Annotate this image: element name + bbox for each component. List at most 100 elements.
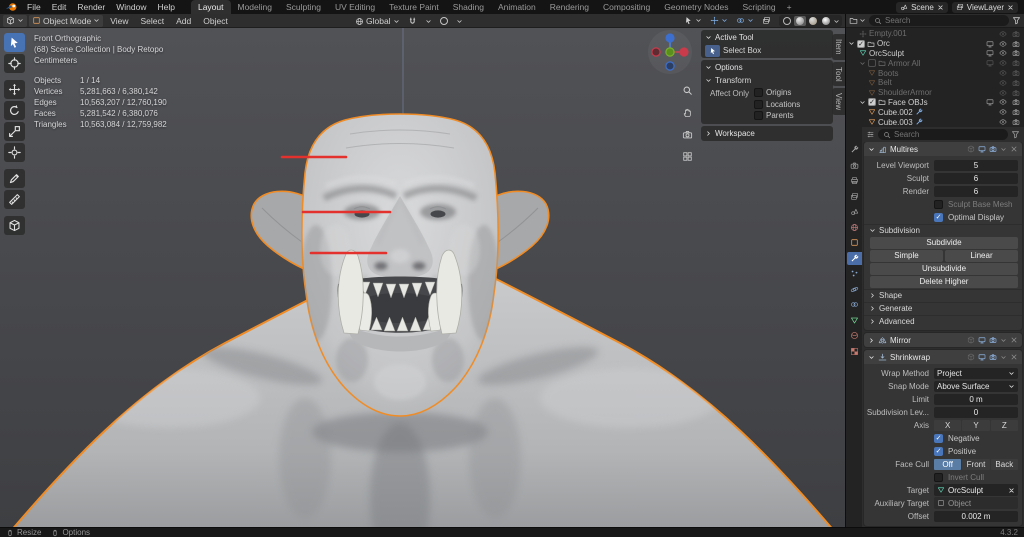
- tool-annotate[interactable]: [4, 169, 25, 188]
- hide-in-viewport-toggle[interactable]: [997, 118, 1008, 126]
- properties-editor-icon[interactable]: [866, 130, 875, 139]
- disable-in-renders-toggle[interactable]: [1010, 59, 1021, 67]
- axis-x-button[interactable]: X: [934, 419, 962, 431]
- render-level-field[interactable]: 6: [934, 185, 1018, 197]
- extras-menu-icon[interactable]: [1000, 354, 1007, 361]
- edit-mode-toggle[interactable]: [967, 145, 975, 153]
- object-mode-dropdown[interactable]: Object Mode: [29, 14, 104, 27]
- collection-checkbox[interactable]: ✓: [857, 39, 865, 48]
- tab-tool[interactable]: [847, 143, 862, 156]
- workspace-tab-shading[interactable]: Shading: [446, 0, 491, 14]
- outliner-row-empty001[interactable]: Empty.001: [846, 29, 1024, 39]
- expand-icon[interactable]: [868, 354, 875, 361]
- tool-cursor[interactable]: [4, 54, 25, 73]
- sculpt-base-mesh-checkbox[interactable]: [934, 199, 943, 209]
- realtime-toggle[interactable]: [978, 336, 986, 344]
- disable-in-renders-toggle[interactable]: [1010, 79, 1021, 87]
- auxiliary-target-field[interactable]: Object: [934, 497, 1018, 509]
- tab-object-data[interactable]: [847, 314, 862, 327]
- shading-solid-button[interactable]: [794, 15, 806, 26]
- outliner-item-label[interactable]: Cube.003: [878, 118, 913, 127]
- view-layer-selector[interactable]: ViewLayer: [951, 1, 1018, 13]
- disable-in-renders-toggle[interactable]: [1010, 118, 1021, 126]
- face-cull-off-button[interactable]: Off: [934, 458, 962, 470]
- outliner-item-label[interactable]: Boots: [878, 69, 898, 78]
- workspace-tab-geometry-nodes[interactable]: Geometry Nodes: [657, 0, 735, 14]
- tool-rotate[interactable]: [4, 101, 25, 120]
- hide-in-viewport-toggle[interactable]: [997, 59, 1008, 67]
- scene-selector[interactable]: Scene: [896, 1, 948, 13]
- collection-checkbox[interactable]: ✓: [868, 98, 876, 107]
- shape-section-header[interactable]: Shape: [864, 289, 1022, 301]
- disclosure-icon[interactable]: [859, 99, 866, 106]
- menu-file[interactable]: File: [22, 0, 46, 14]
- optimal-display-checkbox[interactable]: ✓: [934, 212, 943, 222]
- tool-transform[interactable]: [4, 143, 25, 162]
- active-tool-header[interactable]: Active Tool: [701, 31, 833, 44]
- render-toggle[interactable]: [989, 145, 997, 153]
- filter-icon[interactable]: [1012, 16, 1021, 25]
- expand-icon[interactable]: [868, 146, 875, 153]
- shading-rendered-button[interactable]: [820, 16, 832, 26]
- blender-logo[interactable]: [4, 1, 19, 13]
- extras-menu-icon[interactable]: [1000, 146, 1007, 153]
- outliner-search-input[interactable]: [885, 16, 1004, 25]
- extras-menu-icon[interactable]: [1000, 337, 1007, 344]
- hide-in-viewport-toggle[interactable]: [997, 98, 1008, 106]
- affect-origins-checkbox[interactable]: Origins: [754, 88, 829, 97]
- disable-in-renders-toggle[interactable]: [1010, 49, 1021, 57]
- generate-section-header[interactable]: Generate: [864, 302, 1022, 314]
- remove-modifier-button[interactable]: [1010, 353, 1018, 361]
- workspace-tab-compositing[interactable]: Compositing: [596, 0, 657, 14]
- collection-checkbox[interactable]: [868, 59, 876, 68]
- workspace-tab-sculpting[interactable]: Sculpting: [279, 0, 328, 14]
- properties-search-input[interactable]: [894, 130, 1003, 139]
- modifier-shrinkwrap-header[interactable]: Shrinkwrap: [864, 350, 1022, 364]
- disclosure-icon[interactable]: [848, 40, 855, 47]
- delete-higher-button[interactable]: Delete Higher: [870, 276, 1018, 288]
- subdivide-button[interactable]: Subdivide: [870, 237, 1018, 249]
- disable-in-viewport-toggle[interactable]: [984, 59, 995, 67]
- snap-toggle[interactable]: [405, 15, 420, 27]
- add-workspace-button[interactable]: +: [783, 0, 796, 14]
- outliner-row-armor-all[interactable]: Armor All: [846, 58, 1024, 68]
- tab-view-layer[interactable]: [847, 190, 862, 203]
- outliner-item-label[interactable]: ShoulderArmor: [878, 88, 932, 97]
- workspace-tab-uv-editing[interactable]: UV Editing: [328, 0, 382, 14]
- tab-particles[interactable]: [847, 267, 862, 280]
- workspace-tab-rendering[interactable]: Rendering: [543, 0, 596, 14]
- realtime-toggle[interactable]: [978, 353, 986, 361]
- shading-wireframe-button[interactable]: [781, 16, 793, 26]
- workspace-tab-animation[interactable]: Animation: [491, 0, 543, 14]
- render-toggle[interactable]: [989, 353, 997, 361]
- filter-icon[interactable]: [1011, 130, 1020, 139]
- sidebar-tab-tool[interactable]: Tool: [832, 61, 845, 87]
- hide-in-viewport-toggle[interactable]: [997, 49, 1008, 57]
- outliner-item-label[interactable]: Armor All: [888, 59, 920, 68]
- advanced-section-header[interactable]: Advanced: [864, 315, 1022, 327]
- target-object-field[interactable]: OrcSculpt: [934, 484, 1018, 496]
- workspace-tab-layout[interactable]: Layout: [190, 0, 231, 14]
- outliner-item-label[interactable]: Empty.001: [869, 29, 907, 38]
- disable-in-renders-toggle[interactable]: [1010, 89, 1021, 97]
- outliner-item-label[interactable]: Face OBJs: [888, 98, 928, 107]
- menu-edit[interactable]: Edit: [47, 0, 72, 14]
- menu-view[interactable]: View: [105, 16, 133, 26]
- face-cull-front-button[interactable]: Front: [962, 458, 990, 470]
- snap-mode-dropdown[interactable]: Above Surface: [934, 380, 1018, 392]
- select-box-tool-icon[interactable]: [705, 44, 720, 57]
- tab-output[interactable]: [847, 174, 862, 187]
- navigation-gizmo[interactable]: [647, 29, 693, 77]
- workspace-tab-scripting[interactable]: Scripting: [736, 0, 783, 14]
- outliner-item-label[interactable]: Cube.002: [878, 108, 913, 117]
- workspace-header[interactable]: Workspace: [701, 127, 833, 140]
- outliner-row-cube003[interactable]: Cube.003: [846, 117, 1024, 127]
- workspace-tab-modeling[interactable]: Modeling: [231, 0, 280, 14]
- outliner-editor-type-button[interactable]: [849, 16, 866, 25]
- xray-toggle[interactable]: [759, 15, 774, 27]
- expand-icon[interactable]: [868, 337, 875, 344]
- menu-add[interactable]: Add: [171, 16, 196, 26]
- tool-scale[interactable]: [4, 122, 25, 141]
- tab-render[interactable]: [847, 159, 862, 172]
- face-cull-back-button[interactable]: Back: [990, 458, 1018, 470]
